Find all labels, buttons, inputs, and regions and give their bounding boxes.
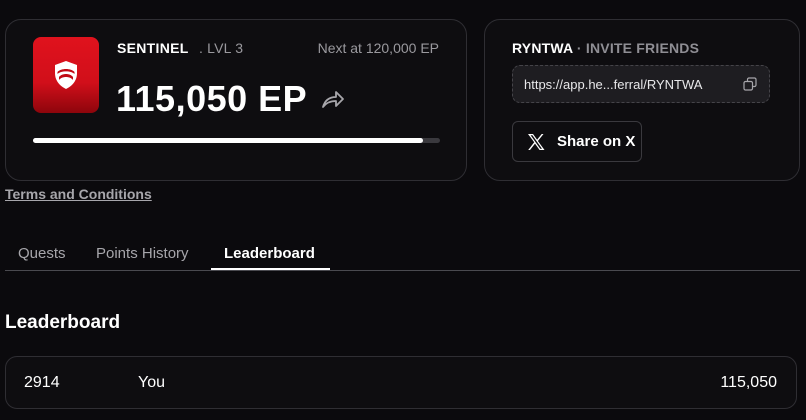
share-on-x-button[interactable]: Share on X xyxy=(512,121,642,162)
x-logo-icon xyxy=(528,133,545,150)
ep-total: 115,050 EP xyxy=(116,78,308,119)
referral-code: RYNTWA xyxy=(512,40,573,56)
tab-quests[interactable]: Quests xyxy=(18,245,66,262)
share-arrow-icon[interactable] xyxy=(320,88,346,112)
rank-level: . LVL 3 xyxy=(199,40,244,56)
leaderboard-rank: 2914 xyxy=(24,374,60,391)
referral-link-text: https://app.he...ferral/RYNTWA xyxy=(524,77,703,92)
leaderboard-points: 115,050 xyxy=(720,374,777,391)
tab-points-history[interactable]: Points History xyxy=(96,245,189,262)
invite-header: RYNTWA · INVITE FRIENDS xyxy=(512,40,699,56)
tab-bar: Quests Points History Leaderboard xyxy=(5,235,800,271)
ep-progress-fill xyxy=(33,138,424,143)
tab-leaderboard[interactable]: Leaderboard xyxy=(224,245,315,262)
leaderboard-name: You xyxy=(138,374,165,391)
next-level-threshold: Next at 120,000 EP xyxy=(317,40,439,56)
terms-and-conditions-link[interactable]: Terms and Conditions xyxy=(5,186,152,202)
rank-card: SENTINEL . LVL 3 Next at 120,000 EP 115,… xyxy=(5,19,467,181)
rank-name: SENTINEL xyxy=(117,40,189,56)
rank-badge xyxy=(33,37,99,113)
leaderboard-title: Leaderboard xyxy=(5,312,121,333)
invite-friends-label: INVITE FRIENDS xyxy=(585,40,700,56)
ep-progress-bar xyxy=(33,138,440,143)
share-on-x-label: Share on X xyxy=(557,133,636,150)
header-separator: · xyxy=(576,40,582,56)
invite-card: RYNTWA · INVITE FRIENDS https://app.he..… xyxy=(484,19,800,181)
leaderboard-row: 2914 You 115,050 xyxy=(5,356,797,409)
referral-link-field[interactable]: https://app.he...ferral/RYNTWA xyxy=(512,65,770,103)
copy-icon[interactable] xyxy=(743,77,757,91)
active-tab-indicator xyxy=(211,268,330,270)
shield-icon xyxy=(55,61,77,89)
